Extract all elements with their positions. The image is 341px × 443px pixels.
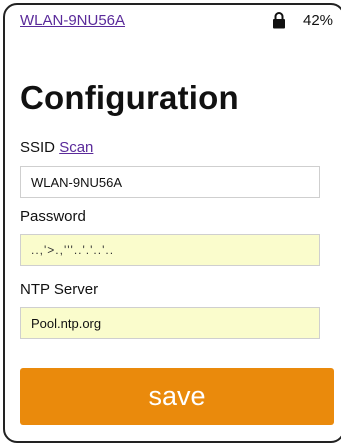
ntp-server-label: NTP Server <box>20 281 99 298</box>
ssid-label-row: SSID Scan <box>20 139 93 156</box>
lock-icon <box>273 12 285 29</box>
scan-link[interactable]: Scan <box>59 139 93 156</box>
status-bar: WLAN-9NU56A 42% <box>5 5 341 35</box>
password-input[interactable] <box>20 234 320 266</box>
device-frame: WLAN-9NU56A 42% Configuration SSID Scan … <box>3 3 341 443</box>
network-name-link[interactable]: WLAN-9NU56A <box>20 12 125 29</box>
save-button[interactable]: save <box>20 368 334 425</box>
ssid-input[interactable] <box>20 166 320 198</box>
ssid-label: SSID <box>20 139 56 156</box>
battery-level: 42% <box>303 12 334 29</box>
page-title: Configuration <box>20 79 239 116</box>
ntp-server-input[interactable] <box>20 307 320 339</box>
password-label: Password <box>20 208 86 225</box>
